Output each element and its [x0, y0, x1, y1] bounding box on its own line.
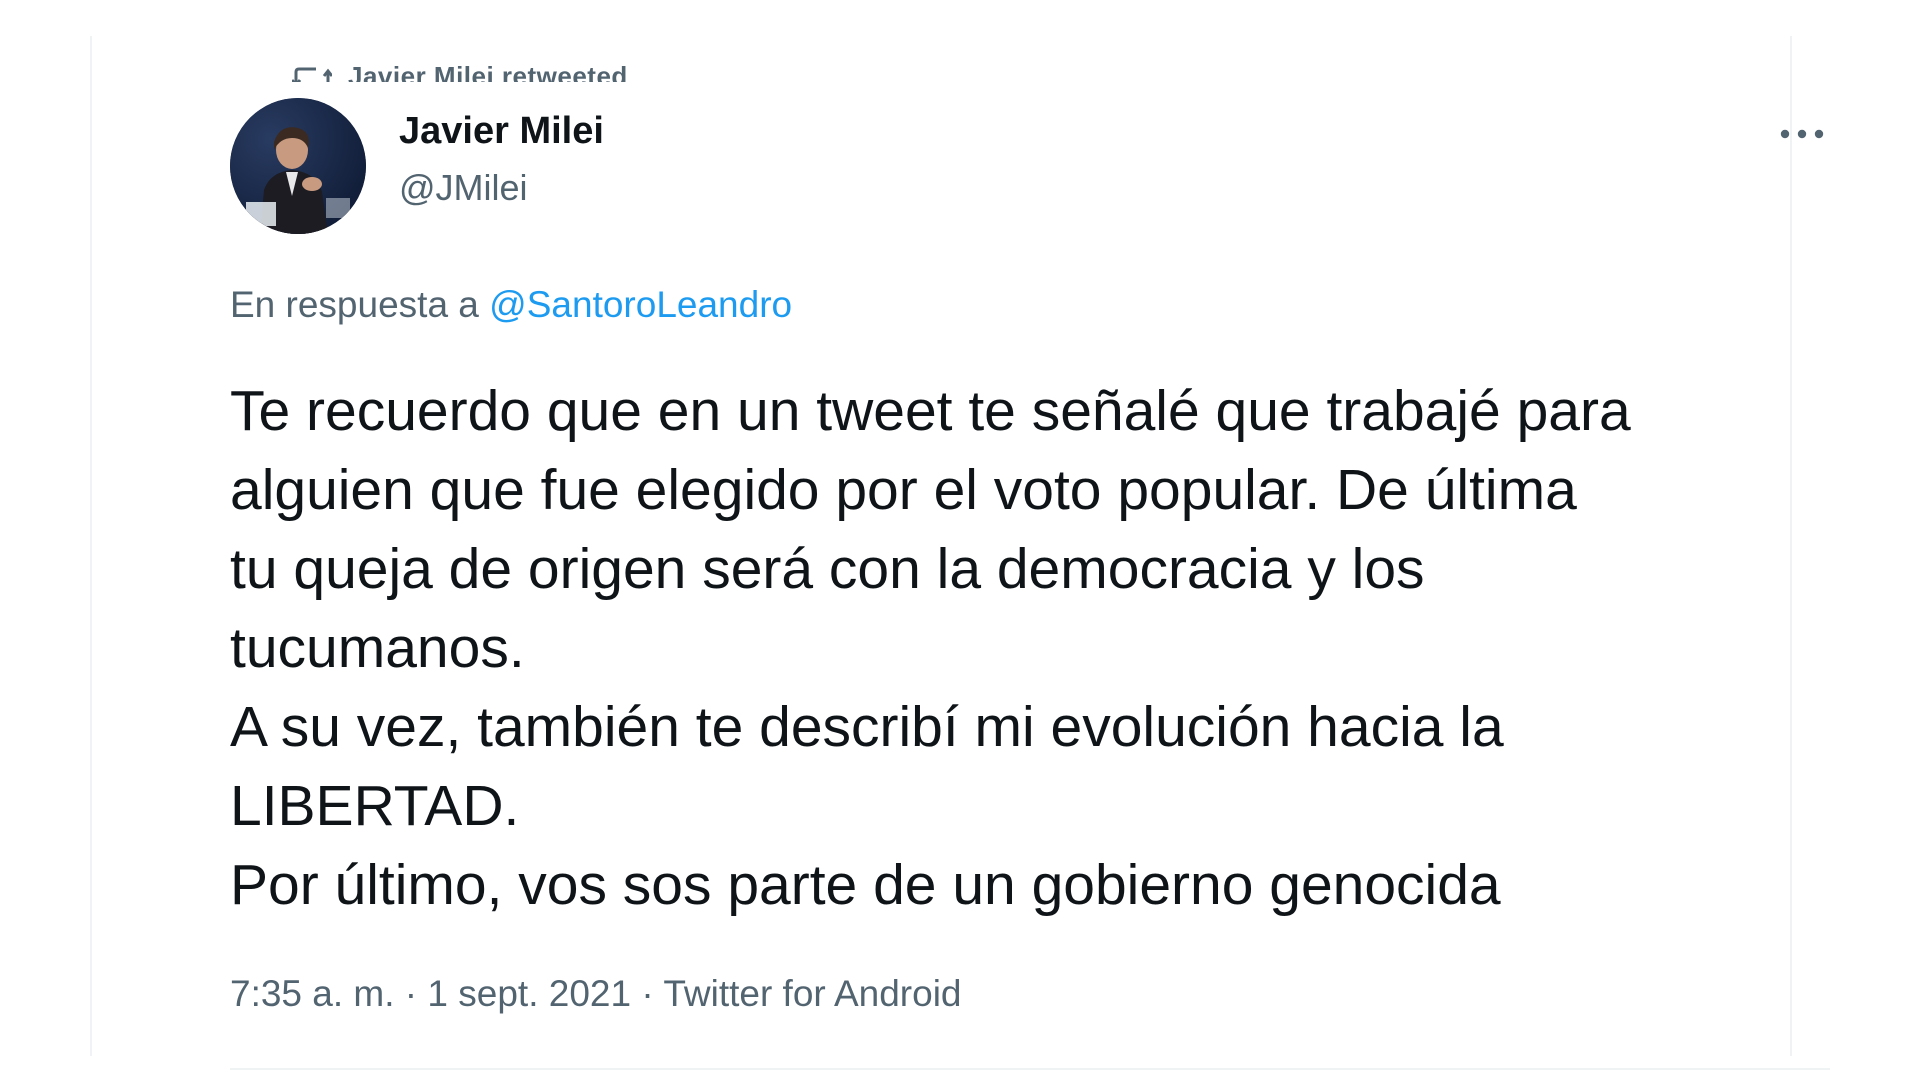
- tweet-text: Te recuerdo que en un tweet te señalé qu…: [230, 372, 1850, 925]
- tweet-source-link[interactable]: Twitter for Android: [663, 973, 961, 1014]
- reply-mention-link[interactable]: @SantoroLeandro: [489, 284, 792, 325]
- tweet-time[interactable]: 7:35 a. m.: [230, 973, 395, 1014]
- profile-photo-icon: [230, 98, 366, 234]
- tweet-line: Por último, vos sos parte de un gobierno…: [230, 853, 1501, 917]
- tweet-date[interactable]: 1 sept. 2021: [427, 973, 631, 1014]
- retweet-label: Javier Milei retweeted: [348, 61, 628, 82]
- more-options-button[interactable]: [1772, 116, 1832, 152]
- reply-context: En respuesta a @SantoroLeandro: [230, 284, 792, 326]
- tweet-line: tucumanos.: [230, 616, 525, 680]
- tweet-card: Javier Milei retweeted Javier Milei @JMi…: [90, 36, 1830, 1070]
- more-dots-icon: [1780, 129, 1824, 139]
- tweet-metadata: 7:35 a. m. · 1 sept. 2021 · Twitter for …: [230, 973, 962, 1015]
- tweet-line: alguien que fue elegido por el voto popu…: [230, 458, 1577, 522]
- author-handle[interactable]: @JMilei: [399, 167, 528, 209]
- meta-separator: ·: [631, 973, 664, 1014]
- tweet-line: A su vez, también te describí mi evoluci…: [230, 695, 1504, 759]
- avatar[interactable]: [230, 98, 366, 234]
- tweet-line: Te recuerdo que en un tweet te señalé qu…: [230, 379, 1631, 443]
- tweet-line: LIBERTAD.: [230, 774, 520, 838]
- retweet-icon: [292, 66, 334, 82]
- screenshot-frame: Javier Milei retweeted Javier Milei @JMi…: [0, 0, 1920, 1080]
- retweet-context[interactable]: Javier Milei retweeted: [292, 58, 628, 82]
- meta-separator: ·: [394, 973, 428, 1014]
- author-name[interactable]: Javier Milei: [399, 110, 604, 153]
- divider: [230, 1068, 1830, 1070]
- tweet-line: tu queja de origen será con la democraci…: [230, 537, 1425, 601]
- reply-prefix: En respuesta a: [230, 284, 490, 325]
